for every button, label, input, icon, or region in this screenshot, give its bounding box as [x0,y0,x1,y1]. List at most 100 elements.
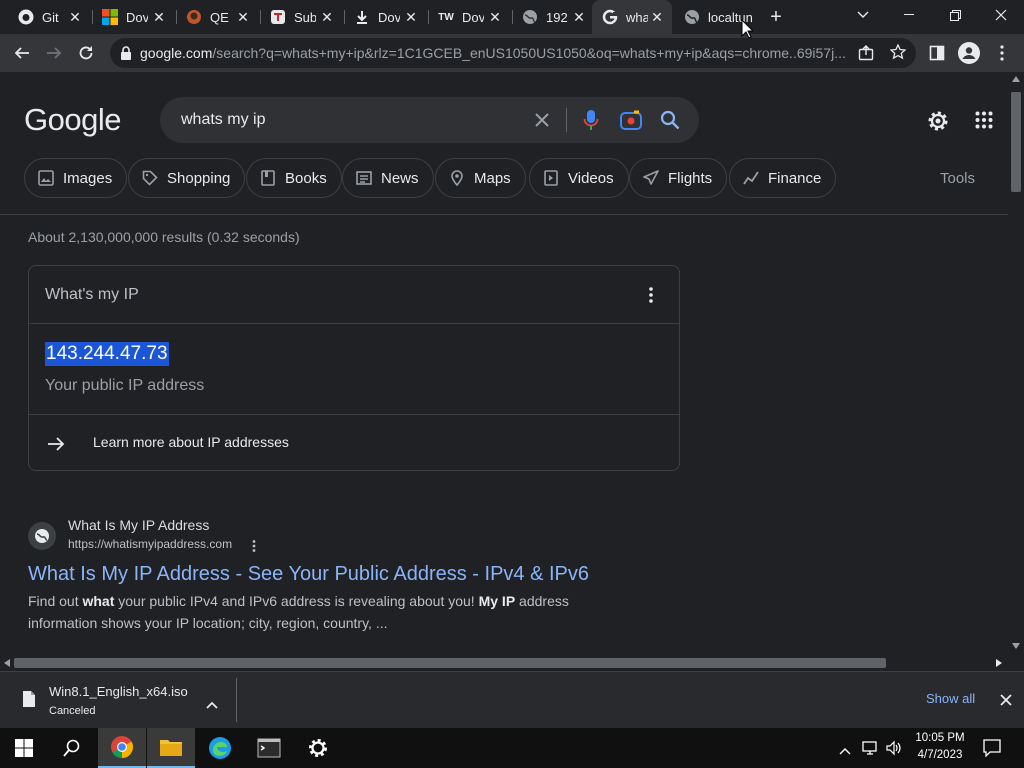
finance-chart-icon [742,169,760,187]
vertical-scroll-thumb[interactable] [1011,92,1021,192]
share-icon[interactable] [858,45,874,66]
search-taskbar-icon[interactable] [48,728,96,768]
result-site-name[interactable]: What Is My IP Address [68,517,209,533]
horizontal-scroll-thumb[interactable] [14,658,886,668]
chip-flights[interactable]: Flights [629,158,728,198]
microphone-icon[interactable] [583,109,599,136]
tab-tw[interactable]: TW Dov ✕ [428,0,510,34]
result-more-icon[interactable] [252,539,256,557]
tab-download[interactable]: Dov ✕ [344,0,426,34]
close-tab-icon[interactable]: ✕ [648,9,666,26]
tab-google-active[interactable]: wha ✕ [592,0,672,34]
news-icon [355,169,373,187]
close-shelf-icon[interactable] [1000,693,1012,711]
arrow-right-icon[interactable] [47,436,65,457]
camera-lens-icon[interactable] [620,110,642,135]
url-path: /search?q=whats+my+ip&rlz=1C1GCEB_enUS10… [212,45,846,61]
site-favicon-globe-icon[interactable] [28,522,56,555]
restore-button[interactable] [932,0,978,30]
chip-finance[interactable]: Finance [729,158,837,198]
tab-192[interactable]: 192 ✕ [512,0,594,34]
new-tab-button[interactable]: + [760,2,792,32]
chip-label: Flights [668,169,713,187]
side-panel-icon[interactable] [923,39,951,67]
ip-card-heading: What's my IP [45,286,139,303]
shelf-divider [236,678,237,722]
horizontal-scrollbar[interactable] [0,655,1008,671]
tab-qemu[interactable]: QE ✕ [176,0,258,34]
chip-videos[interactable]: Videos [529,158,629,198]
volume-icon[interactable] [886,740,902,761]
learn-more-link[interactable]: Learn more about IP addresses [93,434,289,450]
reload-button[interactable] [72,39,100,67]
settings-gear-icon[interactable] [926,109,950,138]
clock-date[interactable]: 4/7/2023 [912,749,968,761]
search-input[interactable]: whats my ip [181,111,265,129]
close-window-button[interactable] [978,0,1024,30]
google-logo[interactable]: Google [24,102,121,138]
chrome-taskbar-icon[interactable] [98,728,146,768]
tab-subtitle[interactable]: Sub ✕ [260,0,342,34]
close-tab-icon[interactable]: ✕ [486,9,504,26]
close-tab-icon[interactable]: ✕ [402,9,420,26]
tools-button[interactable]: Tools [940,170,975,187]
microsoft-icon [102,9,118,25]
mouse-cursor-icon [741,18,755,44]
tab-title: Dov [462,9,484,25]
tab-github[interactable]: Git ✕ [8,0,90,34]
book-icon [259,169,277,187]
tab-title: wha [626,9,648,25]
notification-icon[interactable] [983,739,1001,762]
search-icon[interactable] [660,110,680,135]
address-bar[interactable]: google.com/search?q=whats+my+ip&rlz=1C1G… [110,38,916,68]
chip-images[interactable]: Images [24,158,128,198]
chip-maps[interactable]: Maps [435,158,526,198]
ip-address-caption: Your public IP address [45,377,205,394]
close-tab-icon[interactable]: ✕ [318,9,336,26]
search-box[interactable]: whats my ip [160,97,699,143]
airplane-icon [642,169,660,187]
chip-label: Books [285,169,327,187]
terminal-taskbar-icon[interactable] [245,728,293,768]
close-tab-icon[interactable]: ✕ [234,9,252,26]
apps-grid-icon[interactable] [975,111,993,134]
profile-avatar-icon[interactable] [955,39,983,67]
map-pin-icon [448,169,466,187]
result-snippet: Find out what your public IPv4 and IPv6 … [28,593,569,631]
clear-icon[interactable] [534,112,550,133]
result-title-link[interactable]: What Is My IP Address - See Your Public … [28,563,589,586]
chevron-up-icon[interactable] [206,696,218,714]
tab-search-button[interactable] [840,0,886,30]
system-tray-chevron-icon[interactable] [839,742,851,760]
chip-shopping[interactable]: Shopping [128,158,246,198]
vertical-scrollbar[interactable] [1008,72,1024,655]
show-all-button[interactable]: Show all [926,691,975,706]
lock-icon[interactable] [120,46,132,65]
tab-microsoft[interactable]: Dov ✕ [92,0,174,34]
close-tab-icon[interactable]: ✕ [150,9,168,26]
chip-books[interactable]: Books [246,158,342,198]
forward-button[interactable] [40,39,68,67]
chip-news[interactable]: News [342,158,434,198]
start-button[interactable] [0,728,48,768]
close-tab-icon[interactable]: ✕ [570,9,588,26]
chrome-menu-icon[interactable] [988,39,1016,67]
clock-time[interactable]: 10:05 PM [912,732,968,744]
minimize-button[interactable] [886,0,932,30]
url-host: google.com [140,45,213,61]
ip-address-value[interactable]: 143.244.47.73 [45,342,169,366]
bookmark-star-icon[interactable] [889,43,907,65]
globe-icon [522,9,538,25]
settings-taskbar-icon[interactable] [294,728,342,768]
network-icon[interactable] [862,740,880,761]
download-filename[interactable]: Win8.1_English_x64.iso [49,684,188,699]
edge-taskbar-icon[interactable] [196,728,244,768]
windows-taskbar: 10:05 PM 4/7/2023 [0,728,1024,768]
google-icon [602,9,618,25]
file-explorer-icon[interactable] [147,728,195,768]
result-url[interactable]: https://whatismyipaddress.com [68,537,232,551]
more-options-icon[interactable] [649,287,653,308]
back-button[interactable] [8,39,36,67]
tab-title: Dov [378,9,400,25]
close-tab-icon[interactable]: ✕ [66,9,84,26]
